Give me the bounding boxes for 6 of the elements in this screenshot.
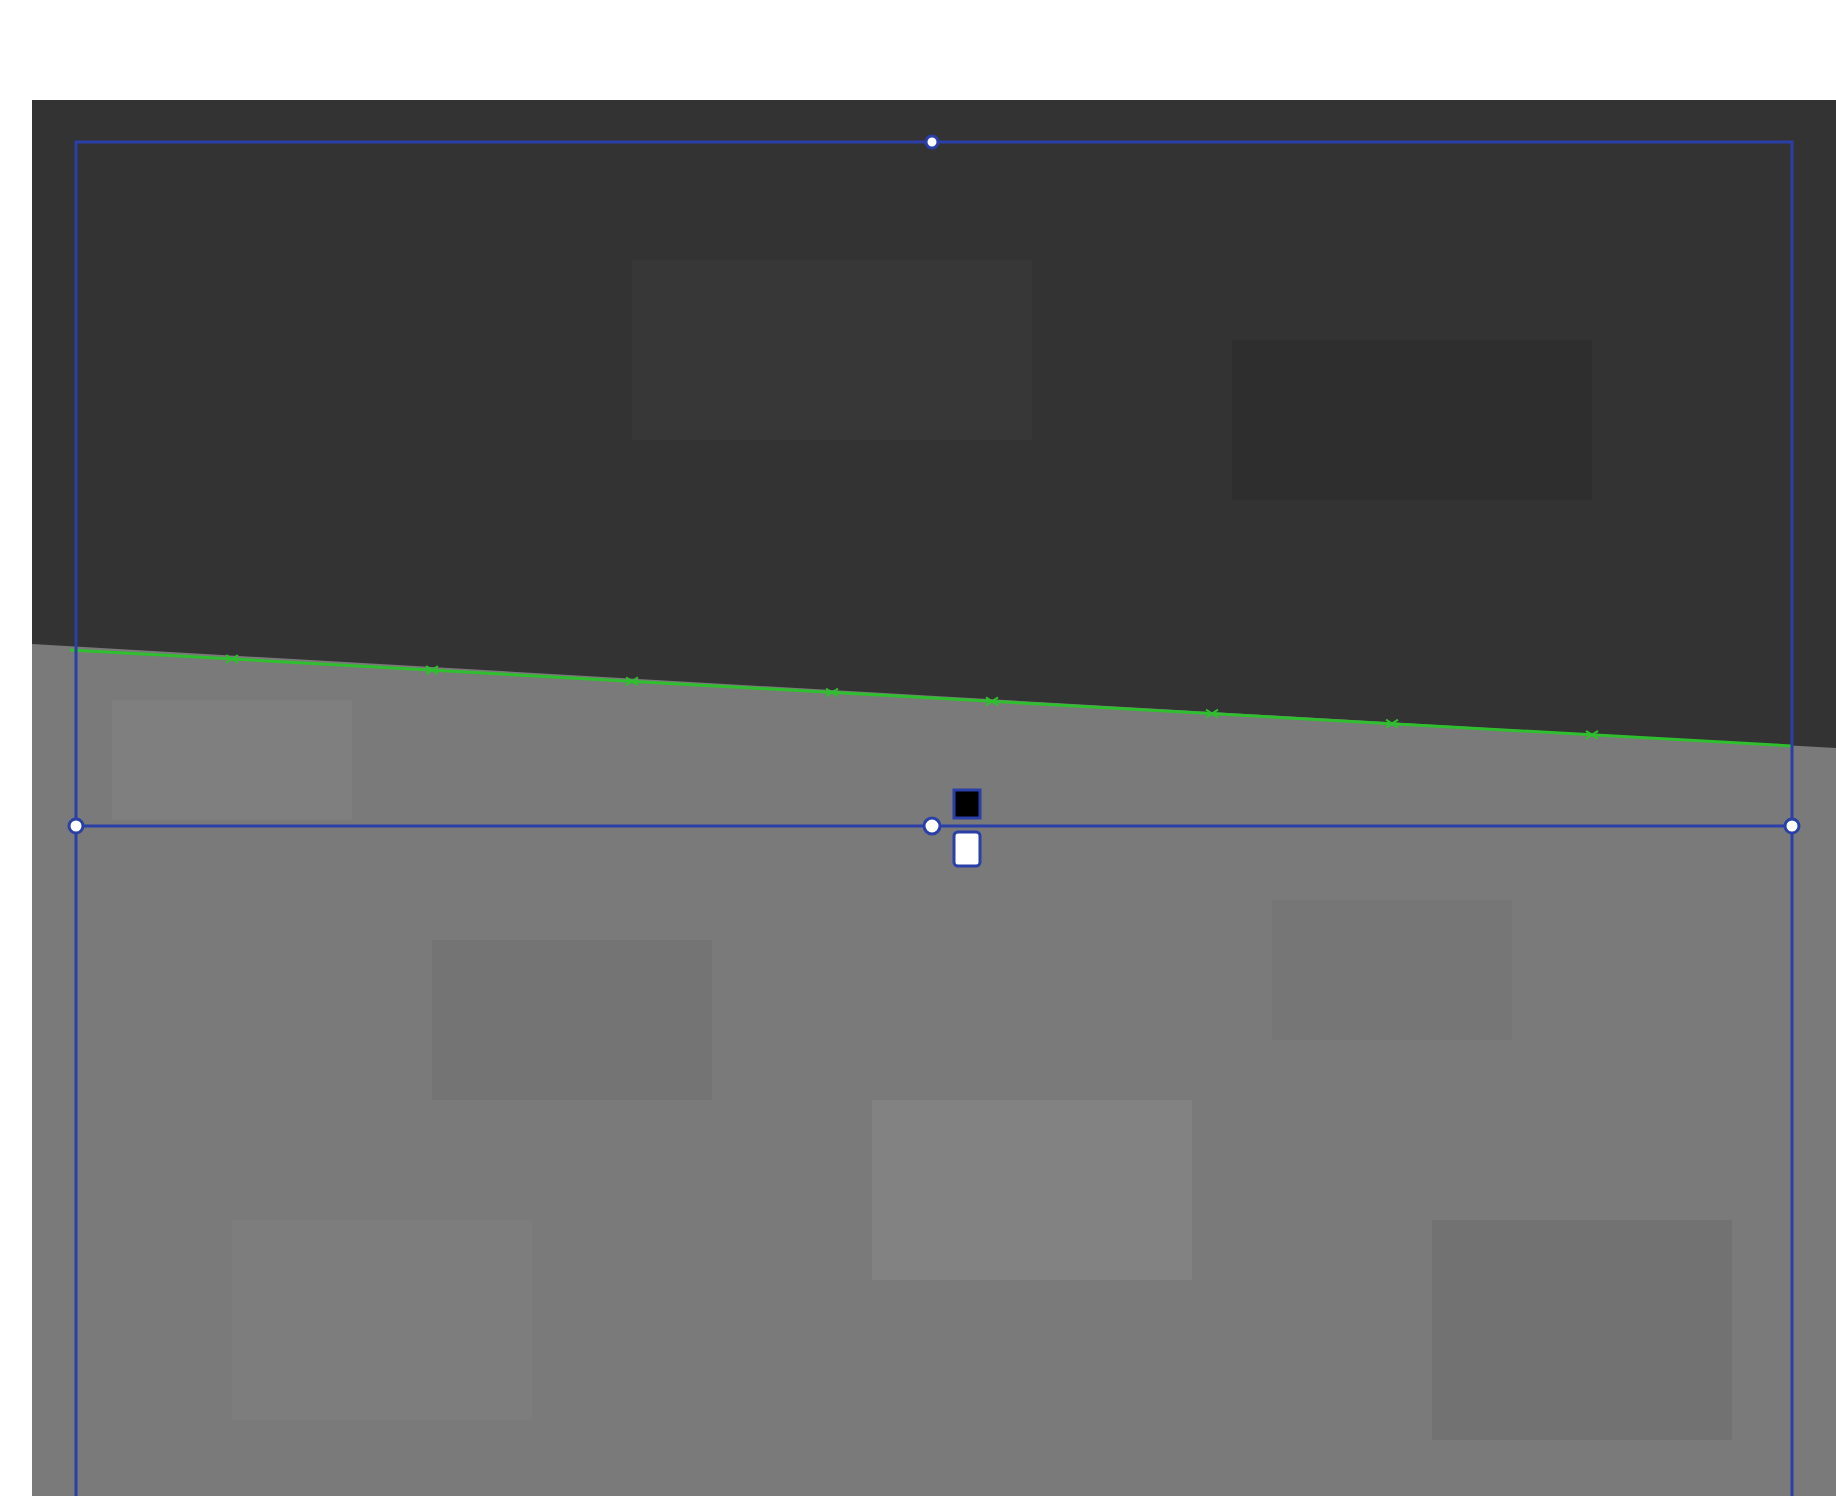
handle-icon[interactable] <box>922 816 942 836</box>
handle-icon[interactable] <box>67 817 85 835</box>
anchor-icon[interactable] <box>952 788 982 868</box>
handle-icon[interactable] <box>1783 817 1801 835</box>
guide-line[interactable] <box>69 648 1793 748</box>
handle-icon[interactable] <box>924 134 940 150</box>
